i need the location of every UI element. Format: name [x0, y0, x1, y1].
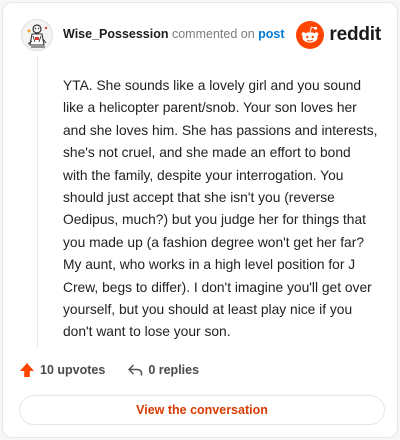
- username[interactable]: Wise_Possession: [63, 27, 169, 41]
- reply-count: 0 replies: [148, 363, 200, 377]
- comment-meta: Wise_Possession commented on post: [63, 27, 285, 41]
- comment-text: YTA. She sounds like a lovely girl and y…: [63, 78, 378, 340]
- view-conversation-button[interactable]: View the conversation: [19, 395, 385, 425]
- upvote-arrow-icon: [20, 363, 34, 377]
- replies-button[interactable]: 0 replies: [127, 362, 199, 378]
- comment-card: Wise_Possession commented on post reddit…: [2, 2, 398, 438]
- avatar[interactable]: [21, 19, 53, 51]
- reply-arrow-icon: [128, 364, 143, 376]
- commented-on-text: commented on: [168, 27, 259, 41]
- reddit-snoo-icon: [296, 21, 325, 49]
- comment-header: Wise_Possession commented on post reddit: [19, 17, 383, 53]
- upvote-button[interactable]: 10 upvotes: [19, 362, 105, 378]
- reddit-wordmark: reddit: [329, 24, 381, 45]
- comment-actions: 10 upvotes 0 replies: [19, 359, 221, 381]
- thread-line: [37, 57, 38, 347]
- post-link[interactable]: post: [258, 27, 284, 41]
- reddit-logo[interactable]: reddit: [296, 21, 381, 49]
- avatar-image: [22, 20, 52, 50]
- upvote-count: 10 upvotes: [40, 363, 106, 377]
